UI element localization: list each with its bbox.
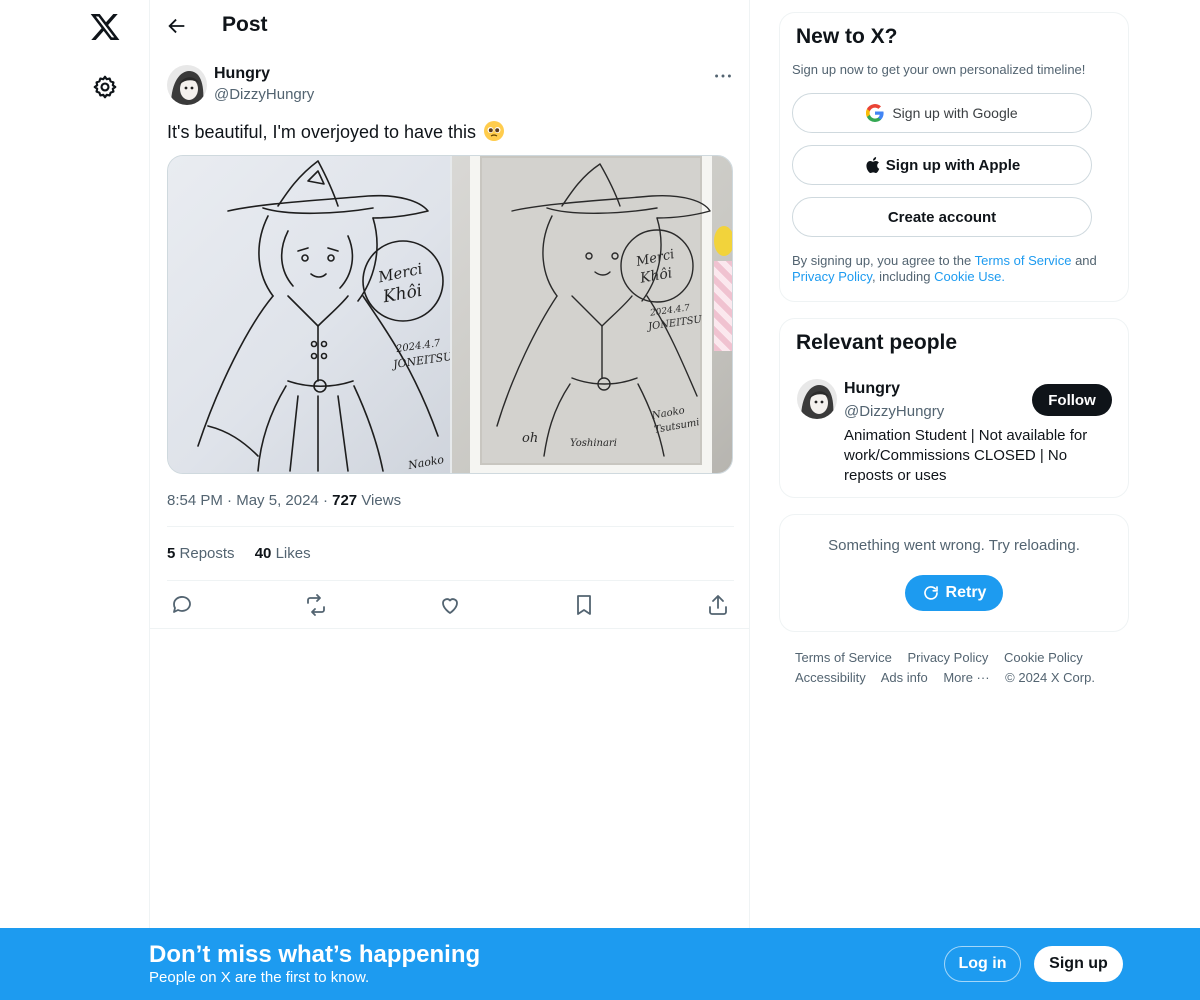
more-options-icon[interactable] [712, 65, 734, 87]
signup-legal: By signing up, you agree to the Terms of… [792, 253, 1122, 285]
signup-google-label: Sign up with Google [892, 105, 1018, 121]
share-icon[interactable] [706, 593, 730, 617]
signup-google-button[interactable]: Sign up with Google [792, 93, 1092, 133]
photo-sketch-2[interactable]: Merci Khôi 2024.4.7 JONEITSU Naoko Tsuts… [452, 156, 732, 473]
post-text-content: It's beautiful, I'm overjoyed to have th… [167, 122, 477, 142]
views-count: 727 [332, 492, 358, 509]
pleading-face-emoji [484, 121, 505, 141]
reposts-count: 5 [167, 545, 176, 562]
banner-title: Don’t miss what’s happening [149, 941, 481, 968]
gear-icon[interactable] [92, 74, 118, 100]
post-date[interactable]: May 5, 2024 [236, 492, 319, 509]
left-nav [0, 0, 150, 1000]
relevant-people-card: Relevant people Hungry @DizzyHungry Foll… [779, 318, 1129, 498]
post-actions [150, 590, 750, 620]
divider [167, 580, 734, 581]
error-card: Something went wrong. Try reloading. Ret… [779, 514, 1129, 632]
back-arrow-icon[interactable] [166, 15, 188, 37]
meta-separator: · [227, 492, 237, 509]
meta-separator: · [322, 492, 333, 509]
create-account-label: Create account [887, 208, 997, 226]
footer-link-more[interactable]: More ··· [943, 670, 989, 685]
views-label: Views [361, 492, 402, 509]
signup-button[interactable]: Sign up [1034, 946, 1123, 982]
footer-link-privacy[interactable]: Privacy Policy [907, 650, 988, 665]
signup-apple-button[interactable]: Sign up with Apple [792, 145, 1092, 185]
apple-icon [866, 157, 879, 173]
divider [150, 628, 750, 629]
banner-subtitle: People on X are the first to know. [149, 969, 370, 986]
author-name[interactable]: Hungry [214, 65, 270, 83]
person-handle[interactable]: @DizzyHungry [844, 403, 944, 420]
terms-link[interactable]: Terms of Service [975, 253, 1072, 268]
relevant-title: Relevant people [796, 331, 958, 354]
main-column: Post Hungry @DizzyHungry It's beautiful,… [149, 0, 750, 1000]
signup-apple-label: Sign up with Apple [885, 156, 1021, 174]
legal-including: , including [871, 269, 931, 284]
legal-prefix: By signing up, you agree to the [792, 253, 972, 268]
person-bio: Animation Student | Not available for wo… [844, 427, 1088, 484]
avatar[interactable] [797, 379, 837, 419]
footer-link-ads[interactable]: Ads info [881, 670, 928, 685]
post-text: It's beautiful, I'm overjoyed to have th… [167, 120, 505, 143]
privacy-link[interactable]: Privacy Policy [792, 269, 872, 284]
error-message: Something went wrong. Try reloading. [828, 537, 1080, 554]
reposts-stat[interactable]: 5 Reposts [167, 545, 235, 562]
retry-label: Retry [945, 584, 987, 601]
reposts-label: Reposts [179, 545, 235, 562]
sketch2-text-extra1: oh [522, 431, 539, 446]
avatar[interactable] [167, 65, 207, 105]
retry-button[interactable]: Retry [905, 575, 1003, 611]
divider [167, 526, 734, 527]
likes-label: Likes [275, 545, 311, 562]
post-media[interactable]: Merci Khôi 2024.4.7 JONEITSU Naoko Merci… [167, 155, 733, 474]
bookmark-icon[interactable] [572, 593, 596, 617]
page-title: Post [222, 13, 268, 36]
photo-sketch-1[interactable]: Merci Khôi 2024.4.7 JONEITSU Naoko [168, 156, 450, 473]
footer-links: Terms of Service Privacy Policy Cookie P… [795, 648, 1125, 688]
post-meta: 8:54 PM · May 5, 2024 · 727 Views [167, 492, 401, 509]
follow-button[interactable]: Follow [1032, 384, 1112, 416]
likes-stat[interactable]: 40 Likes [255, 545, 311, 562]
signup-banner: Don’t miss what’s happening People on X … [0, 928, 1200, 1000]
signup-card: New to X? Sign up now to get your own pe… [779, 12, 1129, 302]
footer-link-cookie[interactable]: Cookie Policy [1004, 650, 1083, 665]
like-icon[interactable] [438, 593, 462, 617]
signup-subtitle: Sign up now to get your own personalized… [792, 62, 1086, 77]
create-account-button[interactable]: Create account [792, 197, 1092, 237]
post-header: Post [150, 0, 750, 53]
refresh-icon [923, 586, 938, 600]
legal-and: and [1075, 253, 1097, 268]
x-logo-icon[interactable] [89, 11, 121, 43]
repost-icon[interactable] [304, 593, 328, 617]
google-icon [866, 104, 884, 122]
likes-count: 40 [254, 545, 272, 562]
signup-title: New to X? [796, 25, 898, 48]
person-name[interactable]: Hungry [844, 380, 900, 398]
author-handle[interactable]: @DizzyHungry [214, 86, 314, 103]
footer-link-terms[interactable]: Terms of Service [795, 650, 892, 665]
reply-icon[interactable] [170, 593, 194, 617]
cookie-link[interactable]: Cookie Use. [934, 269, 1005, 284]
sketch2-text-extra2: Yoshinari [570, 438, 617, 449]
post-time[interactable]: 8:54 PM [167, 492, 223, 509]
login-button[interactable]: Log in [944, 946, 1021, 982]
footer-link-accessibility[interactable]: Accessibility [795, 670, 866, 685]
post-stats: 5 Reposts 40 Likes [167, 545, 327, 562]
footer-copyright: © 2024 X Corp. [1005, 670, 1095, 685]
